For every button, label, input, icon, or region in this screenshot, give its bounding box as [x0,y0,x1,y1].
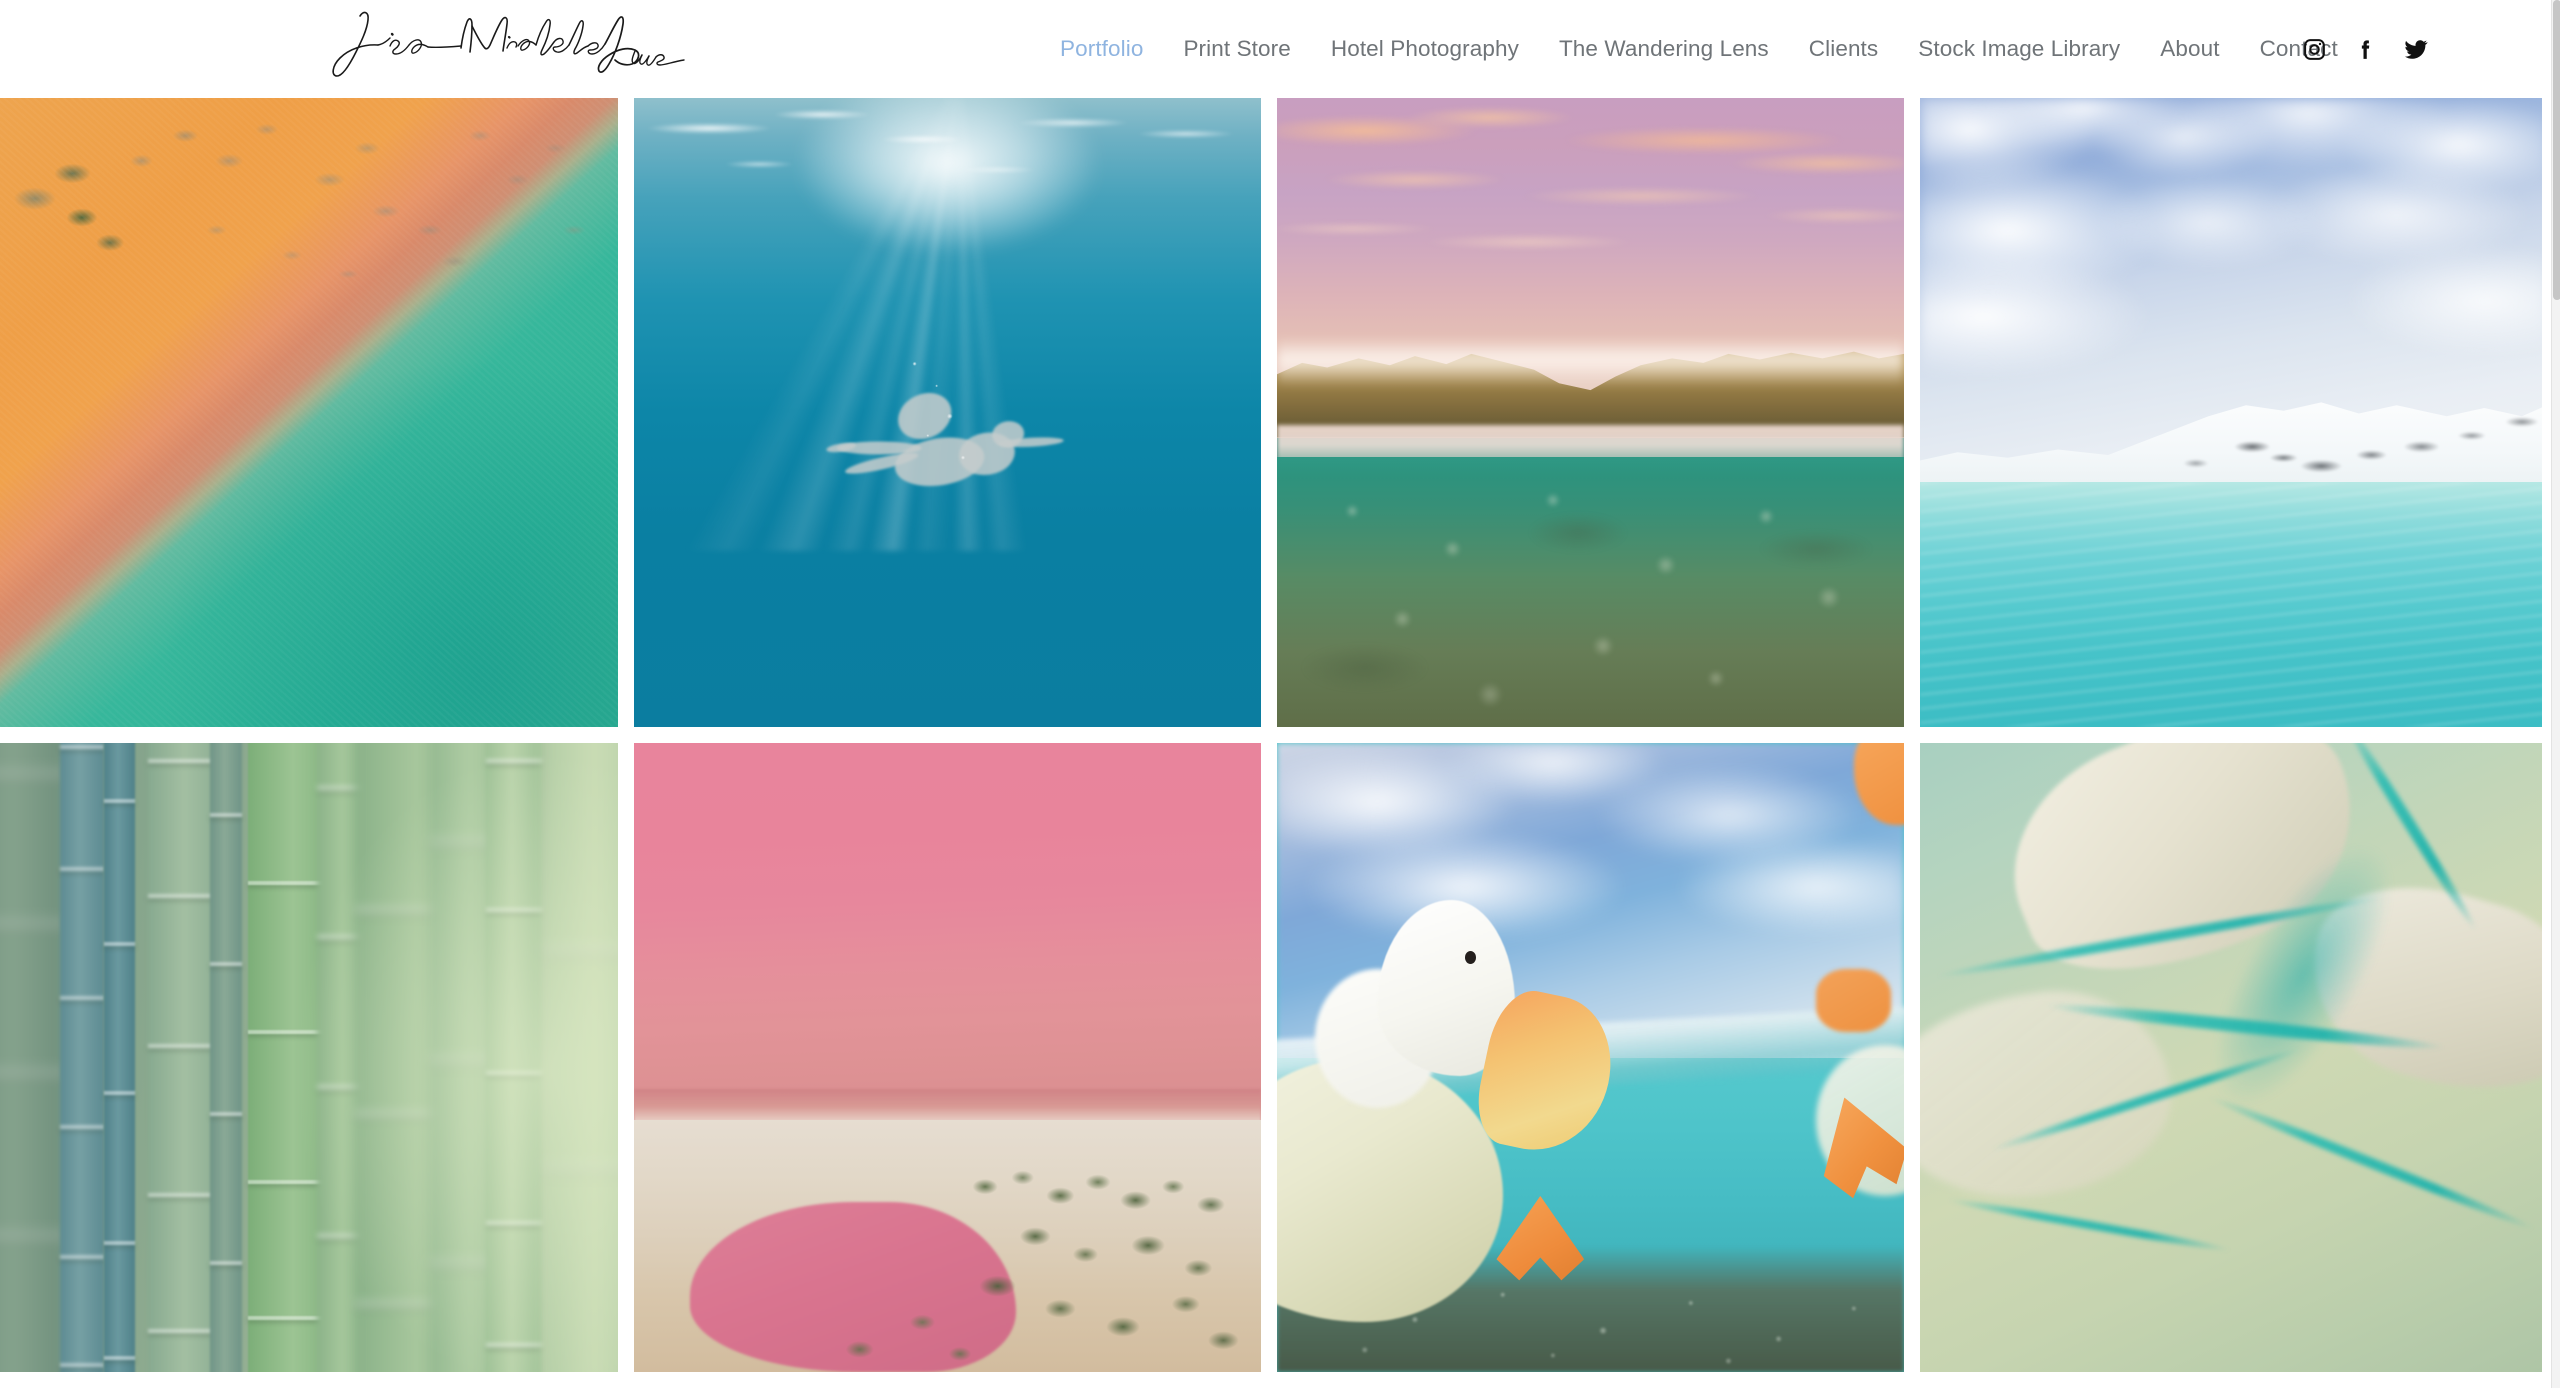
nav-item-stock-image-library[interactable]: Stock Image Library [1898,0,2140,98]
water-surface [634,98,1261,237]
nav-item-about[interactable]: About [2140,0,2239,98]
tidal-channel-5 [2206,1092,2537,1234]
site-logo[interactable] [316,4,696,94]
photo-aerial-pink-lake [634,743,1261,1372]
photo-overunder-mountain-lake [1277,98,1904,727]
nav-item-portfolio[interactable]: Portfolio [1040,0,1163,98]
gallery-tile-3[interactable]: Over-under split of pink sunset sky, gol… [1277,98,1904,727]
gallery-tile-5[interactable]: Green bamboo forest stalks close-up [0,743,618,1372]
gallery-tile-4[interactable]: Snow-covered island under blue sky with … [1920,98,2542,727]
air-bubbles [897,349,986,488]
nav-item-hotel-photography[interactable]: Hotel Photography [1311,0,1539,98]
nav-item-the-wandering-lens[interactable]: The Wandering Lens [1539,0,1789,98]
water-ripples [1920,481,2542,727]
gallery-tile-1[interactable]: Aerial view of orange sand dune meeting … [0,98,618,727]
twitter-icon[interactable] [2403,36,2429,62]
photo-bamboo-forest [0,743,618,1372]
desert-scrub [634,1145,1261,1372]
nav-item-print-store[interactable]: Print Store [1163,0,1310,98]
gallery-tile-8[interactable]: Aerial view of turquoise tidal channels … [1920,743,2542,1372]
photo-snow-island [1920,98,2542,727]
photo-gallery-grid: Aerial view of orange sand dune meeting … [0,98,2542,1388]
instagram-icon[interactable] [2301,36,2327,62]
social-links [2301,0,2429,98]
second-duck-bill [1816,969,1892,1033]
site-header: Portfolio Print Store Hotel Photography … [0,0,2551,98]
gallery-tile-2[interactable]: Underwater swimmer beneath sun rays [634,98,1261,727]
photo-underwater-swimmer [634,98,1261,727]
facebook-icon[interactable] [2352,36,2378,62]
photo-aerial-orange-dune [0,98,618,727]
gallery-tile-7[interactable]: White duck over-under split shot in clea… [1277,743,1904,1372]
mountain-mist [1277,337,1904,388]
duck-eye [1465,950,1477,964]
gallery-tile-6[interactable]: Aerial view of pink salt lake with white… [634,743,1261,1372]
main-navigation: Portfolio Print Store Hotel Photography … [1040,0,2358,98]
signature-logo-icon [332,11,685,77]
light-haze [0,743,618,1372]
page-scrollbar[interactable] [2551,0,2560,1388]
scrollbar-thumb[interactable] [2553,0,2560,300]
lake-pebbles [1277,456,1904,727]
photo-duck-overunder [1277,743,1904,1372]
nav-item-clients[interactable]: Clients [1789,0,1898,98]
tidal-channel-6 [1946,1196,2232,1255]
photo-aerial-tidal-flats [1920,743,2542,1372]
pink-lake-water [634,743,1261,1121]
